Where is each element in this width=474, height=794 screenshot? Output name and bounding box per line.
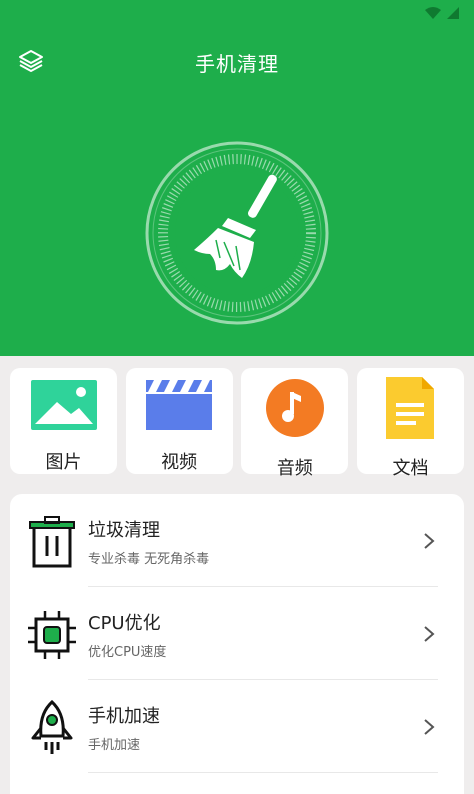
category-label: 文档 — [392, 458, 429, 479]
app-header: 手机清理 — [0, 40, 474, 84]
category-tile-videos[interactable]: 视频 — [125, 368, 233, 474]
tool-subtitle: 优化CPU速度 — [88, 645, 167, 660]
category-grid: 图片 视频 音频 文档 — [10, 368, 464, 479]
page-title: 手机清理 — [195, 52, 279, 76]
wifi-icon — [425, 7, 441, 19]
broom-icon — [194, 174, 277, 278]
cpu-chip-icon — [28, 611, 76, 659]
tool-row-cpu-optimize[interactable]: CPU优化 优化CPU速度 — [10, 587, 464, 680]
category-label: 音频 — [276, 458, 313, 479]
chevron-right-icon — [424, 533, 435, 549]
tool-row-phone-boost[interactable]: 手机加速 手机加速 — [10, 680, 464, 773]
tool-subtitle: 手机加速 — [88, 738, 141, 753]
category-label: 视频 — [161, 452, 198, 473]
tool-title: 手机加速 — [88, 706, 160, 727]
signal-icon — [447, 7, 459, 19]
category-tile-audio[interactable]: 音频 — [241, 368, 349, 479]
document-icon — [386, 377, 435, 439]
clapperboard-icon — [146, 380, 213, 430]
row-divider — [88, 772, 438, 773]
picture-icon — [30, 380, 97, 430]
category-label: 图片 — [45, 452, 82, 473]
chevron-right-icon — [424, 719, 435, 735]
status-bar — [424, 0, 460, 26]
one-tap-clean-button[interactable] — [144, 140, 330, 326]
hero-header: 手机清理 — [0, 0, 474, 356]
tool-row-junk-clean[interactable]: 垃圾清理 专业杀毒 无死角杀毒 — [10, 494, 464, 587]
tool-title: CPU优化 — [88, 613, 161, 634]
category-tile-documents[interactable]: 文档 — [356, 368, 464, 479]
tool-title: 垃圾清理 — [88, 520, 160, 541]
tools-card: 垃圾清理 专业杀毒 无死角杀毒 CPU优化 优化CPU速度 手机加速 手机加速 — [10, 494, 464, 794]
tool-subtitle: 专业杀毒 无死角杀毒 — [88, 552, 210, 567]
music-note-icon — [265, 379, 324, 437]
rocket-icon — [31, 700, 73, 754]
chevron-right-icon — [424, 626, 435, 642]
trash-bin-icon — [29, 516, 75, 568]
category-tile-pictures[interactable]: 图片 — [10, 368, 117, 474]
